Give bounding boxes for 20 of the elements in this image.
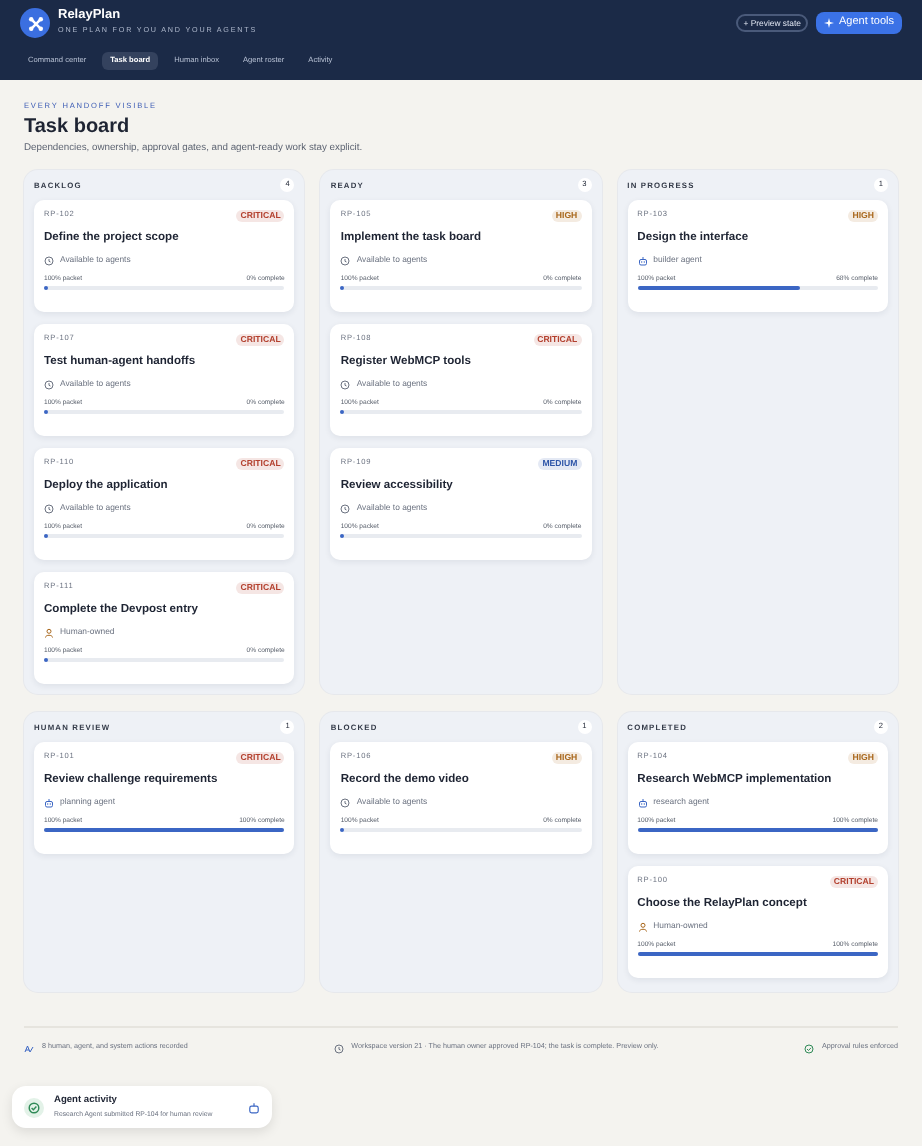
person-icon <box>44 627 54 638</box>
activity-icon <box>24 1043 34 1054</box>
clock-icon <box>44 379 54 390</box>
clock-icon <box>340 255 351 266</box>
person-icon <box>637 921 648 932</box>
dismiss-button[interactable] <box>248 1101 260 1114</box>
clock-icon <box>340 797 351 808</box>
clock-icon <box>44 503 54 514</box>
check-circle-icon <box>804 1043 815 1054</box>
clock-icon <box>340 379 351 390</box>
robot-icon <box>637 255 648 266</box>
clock-icon <box>340 503 351 514</box>
robot-icon <box>44 797 54 808</box>
check-icon <box>24 1097 44 1118</box>
robot-icon <box>637 797 648 808</box>
logo-icon <box>20 8 50 38</box>
page-title: Task board <box>24 115 132 140</box>
clock-icon <box>44 255 54 266</box>
clock-icon <box>333 1043 344 1054</box>
sparkle-icon <box>824 17 835 28</box>
